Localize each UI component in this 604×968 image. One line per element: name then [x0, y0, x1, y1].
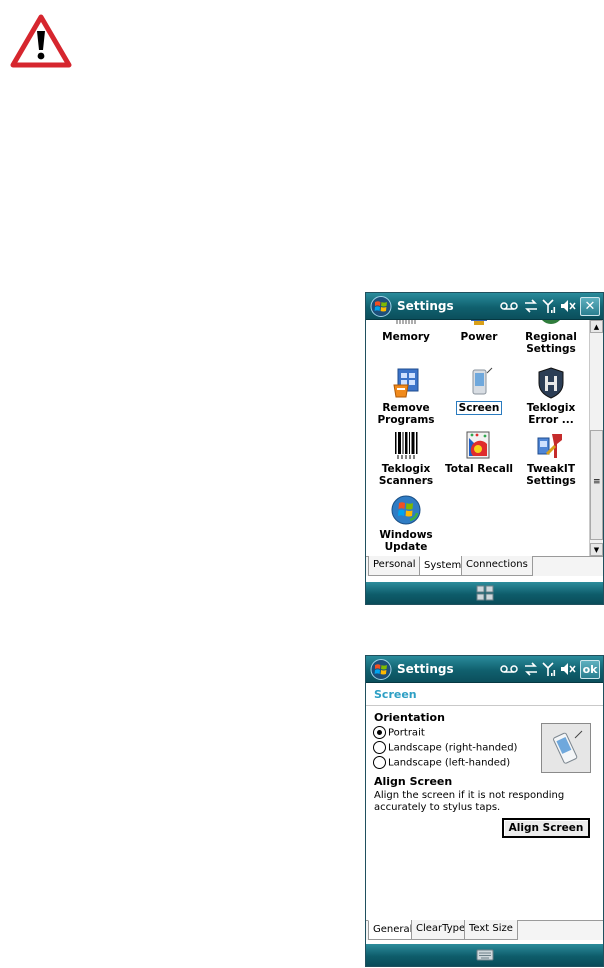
windows-start-icon[interactable] [370, 659, 392, 680]
tab-text-size[interactable]: Text Size [464, 920, 518, 940]
volume-muted-icon[interactable] [559, 660, 577, 678]
orientation-preview [541, 723, 591, 773]
radio-button[interactable] [373, 741, 386, 754]
barcode-icon [395, 432, 418, 459]
settings-item-label: Power [460, 331, 498, 343]
globe-icon [542, 320, 560, 324]
window-title: Settings [397, 662, 454, 676]
settings-item-label: Remove Programs [377, 402, 435, 426]
align-screen-button[interactable]: Align Screen [502, 818, 590, 838]
settings-icon-grid: Memory Power Regional Settings Remove Pr… [366, 320, 591, 556]
vertical-scrollbar[interactable]: ▲ ≡ ▼ [589, 320, 603, 556]
bottom-menu-bar [366, 582, 603, 604]
settings-item-power[interactable]: Power [439, 320, 519, 343]
scroll-thumb[interactable]: ≡ [590, 430, 603, 540]
radio-button[interactable] [373, 726, 386, 739]
device-preview-icon [553, 730, 583, 764]
signal-strength-icon[interactable] [541, 660, 557, 678]
bottom-menu-bar [366, 944, 603, 966]
scroll-down-button[interactable]: ▼ [590, 543, 603, 556]
radio-landscape-left[interactable]: Landscape (left-handed) [373, 756, 510, 770]
header-divider [366, 705, 603, 706]
scroll-grip: ≡ [593, 477, 601, 487]
align-description: Align the screen if it is not responding… [374, 790, 565, 813]
screen-icon [472, 367, 493, 395]
signal-strength-icon[interactable] [541, 297, 557, 315]
align-screen-label: Align Screen [374, 775, 453, 788]
memory-icon [396, 320, 416, 324]
page-title: Screen [374, 688, 417, 701]
teklogix-error-icon [538, 367, 564, 399]
settings-item-teklogix-scanners[interactable]: Teklogix Scanners [366, 430, 446, 487]
tab-cleartype[interactable]: ClearType [411, 920, 471, 940]
settings-item-label: Teklogix Scanners [378, 463, 434, 487]
settings-item-label: Regional Settings [525, 331, 577, 355]
orientation-label: Orientation [374, 711, 445, 724]
settings-item-label: Total Recall [444, 463, 514, 475]
radio-portrait[interactable]: Portrait [373, 726, 425, 740]
tab-connections[interactable]: Connections [461, 556, 533, 576]
windows-update-icon [391, 495, 421, 525]
tab-bar: Personal System Connections [366, 556, 603, 576]
tab-system[interactable]: System [419, 556, 467, 576]
voicemail-icon[interactable] [499, 297, 519, 315]
title-bar: Settings ok [366, 656, 603, 683]
tab-general[interactable]: General [368, 920, 418, 940]
settings-item-windows-update[interactable]: Windows Update [366, 494, 446, 553]
settings-item-remove-programs[interactable]: Remove Programs [366, 367, 446, 426]
settings-item-regional[interactable]: Regional Settings [511, 320, 591, 355]
grid-menu-icon[interactable] [476, 585, 494, 601]
voicemail-icon[interactable] [499, 660, 519, 678]
total-recall-icon [466, 431, 490, 459]
settings-system-window: Settings ✕ Memory Power Regional Setting… [365, 292, 604, 605]
settings-item-label: Screen [455, 401, 503, 415]
settings-item-label: Teklogix Error ... [526, 402, 576, 426]
power-icon [471, 320, 487, 325]
settings-item-screen[interactable]: Screen [439, 367, 519, 415]
settings-item-tweakit[interactable]: TweakIT Settings [511, 430, 591, 487]
tab-bar: General ClearType Text Size [366, 920, 603, 940]
radio-landscape-right[interactable]: Landscape (right-handed) [373, 741, 517, 755]
tweakit-icon [537, 434, 562, 458]
volume-muted-icon[interactable] [559, 297, 577, 315]
keyboard-icon[interactable] [476, 947, 494, 963]
radio-label: Landscape (right-handed) [388, 742, 518, 754]
screen-settings-window: Settings ok Screen Orientation Portrait … [365, 655, 604, 967]
radio-label: Portrait [388, 727, 425, 739]
close-button[interactable]: ✕ [580, 297, 600, 316]
remove-programs-icon [393, 368, 419, 398]
scroll-up-button[interactable]: ▲ [590, 320, 603, 333]
radio-button[interactable] [373, 756, 386, 769]
settings-item-total-recall[interactable]: Total Recall [439, 430, 519, 475]
title-bar: Settings ✕ [366, 293, 603, 320]
windows-start-icon[interactable] [370, 296, 392, 317]
sync-arrows-icon[interactable] [523, 660, 539, 678]
settings-item-memory[interactable]: Memory [366, 320, 446, 343]
radio-label: Landscape (left-handed) [388, 757, 511, 769]
warning-exclamation-icon [10, 14, 72, 68]
sync-arrows-icon[interactable] [523, 297, 539, 315]
settings-item-label: Windows Update [379, 529, 433, 553]
settings-item-label: Memory [382, 331, 430, 343]
ok-button[interactable]: ok [580, 660, 600, 679]
tab-personal[interactable]: Personal [368, 556, 421, 576]
settings-item-teklogix-error[interactable]: Teklogix Error ... [511, 367, 591, 426]
window-title: Settings [397, 299, 454, 313]
settings-item-label: TweakIT Settings [526, 463, 576, 487]
